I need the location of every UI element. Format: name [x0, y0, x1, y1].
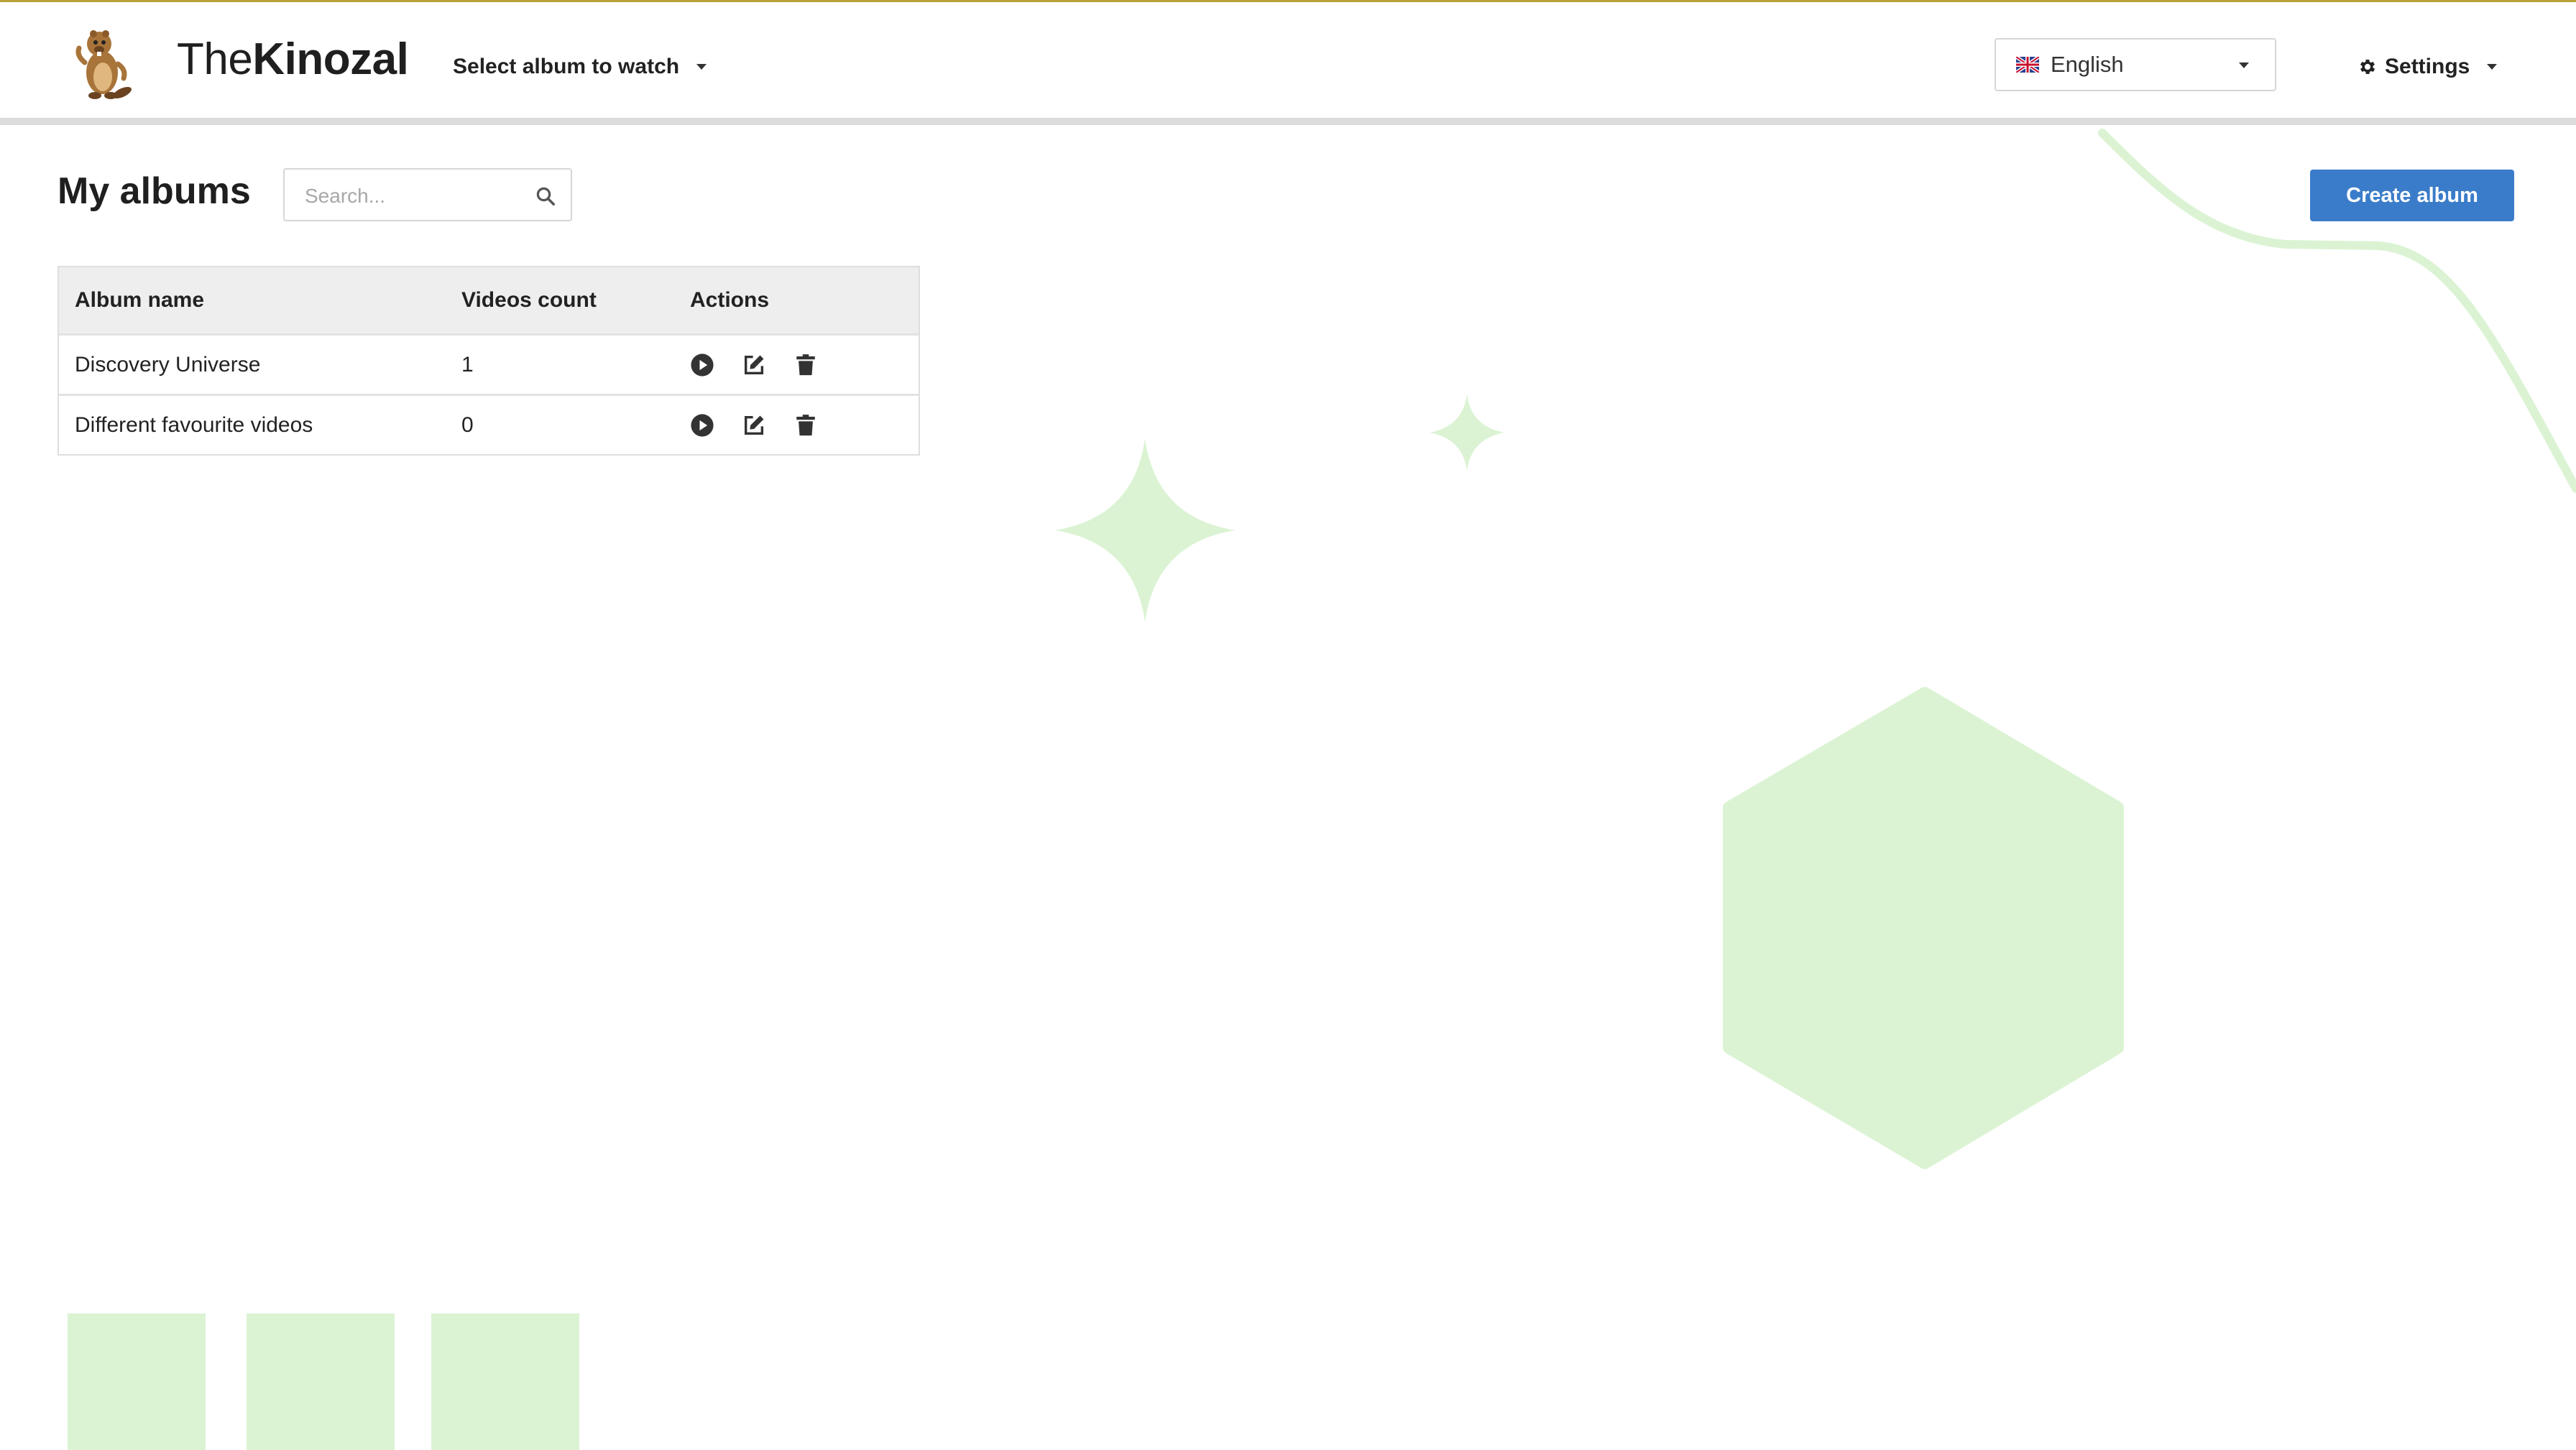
edit-icon[interactable] [742, 353, 766, 377]
select-album-dropdown[interactable]: Select album to watch [453, 48, 707, 86]
search-box [283, 168, 572, 221]
settings-label: Settings [2385, 55, 2470, 78]
language-select[interactable]: English [1995, 38, 2276, 91]
sparkle-large [1055, 438, 1235, 622]
album-name-cell: Different favourite videos [75, 412, 313, 437]
table-row: Discovery Universe 1 [59, 333, 919, 394]
search-icon[interactable] [535, 185, 556, 207]
chevron-down-icon [696, 64, 707, 70]
column-header-actions: Actions [690, 288, 770, 312]
column-header-videos-count: Videos count [461, 288, 597, 312]
videos-count-cell: 1 [461, 352, 474, 377]
play-icon[interactable] [690, 413, 714, 438]
square-shape-3 [431, 1313, 579, 1450]
edit-icon[interactable] [742, 413, 766, 438]
trash-icon[interactable] [794, 353, 818, 377]
uk-flag-icon [2016, 57, 2039, 73]
create-album-button[interactable]: Create album [2310, 170, 2514, 221]
top-navbar: TheKinozal Select album to watch English… [0, 0, 2576, 125]
sparkle-small [1430, 394, 1504, 471]
table-header: Album name Videos count Actions [59, 267, 919, 333]
chevron-down-icon [2239, 63, 2249, 68]
album-name-cell: Discovery Universe [75, 352, 261, 377]
square-shape-1 [68, 1313, 206, 1450]
actions-cell [690, 353, 919, 377]
trash-icon[interactable] [794, 413, 818, 438]
brand-title[interactable]: TheKinozal [177, 31, 409, 88]
search-input[interactable] [303, 180, 522, 213]
hexagon-shape [1723, 687, 2124, 1169]
play-icon[interactable] [690, 353, 714, 377]
brand-main: Kinozal [252, 34, 409, 84]
brand-prefix: The [177, 34, 253, 84]
page-title: My albums [58, 170, 251, 212]
settings-dropdown[interactable]: Settings [2358, 48, 2498, 86]
actions-cell [690, 413, 919, 438]
gear-icon [2360, 59, 2375, 75]
table-row: Different favourite videos 0 [59, 394, 919, 454]
select-album-label: Select album to watch [453, 55, 680, 78]
albums-table: Album name Videos count Actions Discover… [58, 266, 920, 456]
videos-count-cell: 0 [461, 412, 474, 437]
square-shape-2 [247, 1313, 395, 1450]
language-select-value: English [2051, 52, 2124, 77]
chevron-down-icon [2487, 64, 2498, 70]
column-header-album-name: Album name [75, 288, 205, 312]
beaver-logo-icon[interactable] [69, 27, 134, 101]
